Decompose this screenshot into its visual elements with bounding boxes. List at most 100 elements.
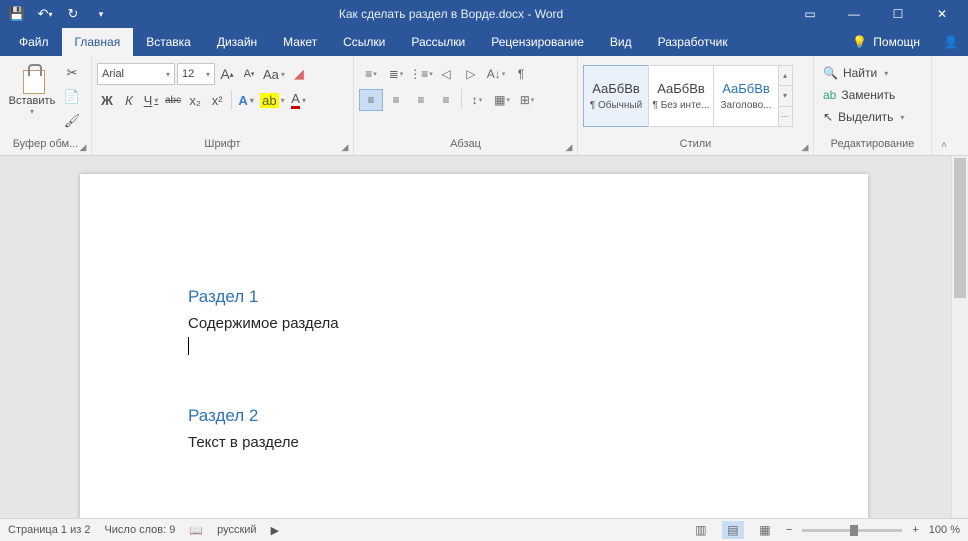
- window-controls: ▭ — ☐ ✕: [788, 0, 964, 28]
- title-bar: 💾 ↶ ▾ ↻ ▾ Как сделать раздел в Ворде.doc…: [0, 0, 968, 28]
- page-indicator[interactable]: Страница 1 из 2: [8, 524, 90, 536]
- replace-button[interactable]: abЗаменить: [819, 84, 899, 106]
- status-bar: Страница 1 из 2 Число слов: 9 📖 русский …: [0, 518, 968, 541]
- dialog-launcher-icon[interactable]: ◢: [799, 141, 811, 153]
- quick-access-toolbar: 💾 ↶ ▾ ↻ ▾: [4, 2, 114, 26]
- multilevel-button[interactable]: ⋮≡: [409, 63, 433, 85]
- clipboard-icon: [17, 62, 47, 92]
- shading-button[interactable]: ▦: [490, 89, 514, 111]
- dialog-launcher-icon[interactable]: ◢: [339, 141, 351, 153]
- minimize-button[interactable]: —: [832, 0, 876, 28]
- replace-icon: ab: [823, 88, 836, 102]
- group-label: Абзац: [359, 137, 572, 155]
- font-size-select[interactable]: 12▾: [177, 63, 215, 85]
- tab-developer[interactable]: Разработчик: [645, 28, 741, 56]
- borders-button[interactable]: ⊞: [515, 89, 539, 111]
- macro-icon[interactable]: ▶: [271, 524, 279, 537]
- collapse-ribbon-button[interactable]: ˄: [932, 56, 956, 155]
- align-left-button[interactable]: ≡: [359, 89, 383, 111]
- dialog-launcher-icon[interactable]: ◢: [77, 141, 89, 153]
- tell-me-search[interactable]: 💡Помощн: [838, 28, 934, 56]
- page[interactable]: Раздел 1 Содержимое раздела Раздел 2 Тек…: [80, 174, 868, 518]
- show-marks-button[interactable]: ¶: [509, 63, 533, 85]
- align-right-button[interactable]: ≡: [409, 89, 433, 111]
- spellcheck-icon[interactable]: 📖: [189, 524, 203, 537]
- superscript-button[interactable]: x²: [207, 89, 227, 111]
- tab-home[interactable]: Главная: [62, 28, 134, 56]
- bullets-button[interactable]: ≡: [359, 63, 383, 85]
- redo-button[interactable]: ↻: [60, 2, 86, 26]
- zoom-slider[interactable]: [802, 529, 902, 532]
- line-spacing-button[interactable]: ↕: [465, 89, 489, 111]
- vertical-scrollbar[interactable]: [951, 156, 968, 518]
- clear-formatting-button[interactable]: ◢: [289, 63, 309, 85]
- increase-indent-button[interactable]: ▷: [459, 63, 483, 85]
- group-label: Стили: [583, 137, 808, 155]
- strikethrough-button[interactable]: abc: [163, 89, 183, 111]
- style-normal[interactable]: АаБбВв ¶ Обычный: [583, 65, 649, 127]
- zoom-level[interactable]: 100 %: [929, 524, 960, 536]
- slider-thumb[interactable]: [850, 525, 858, 536]
- grow-font-button[interactable]: A▴: [217, 63, 237, 85]
- tab-references[interactable]: Ссылки: [330, 28, 398, 56]
- qat-customize[interactable]: ▾: [88, 2, 114, 26]
- style-heading1[interactable]: АаБбВв Заголово...: [713, 65, 779, 127]
- copy-button[interactable]: 📄: [61, 86, 83, 108]
- scrollbar-thumb[interactable]: [954, 158, 966, 298]
- bold-button[interactable]: Ж: [97, 89, 117, 111]
- tab-mailings[interactable]: Рассылки: [398, 28, 478, 56]
- sort-button[interactable]: A↓: [484, 63, 508, 85]
- justify-button[interactable]: ≡: [434, 89, 458, 111]
- align-center-button[interactable]: ≡: [384, 89, 408, 111]
- format-painter-button[interactable]: 🖌: [61, 110, 83, 132]
- styles-gallery-nav[interactable]: ▴▾⋯: [778, 65, 793, 127]
- cut-button[interactable]: ✂: [61, 62, 83, 84]
- undo-button[interactable]: ↶ ▾: [32, 2, 58, 26]
- cursor-icon: ↖: [823, 110, 833, 124]
- numbering-button[interactable]: ≣: [384, 63, 408, 85]
- font-name-select[interactable]: Arial▾: [97, 63, 175, 85]
- highlight-button[interactable]: ab: [258, 89, 286, 111]
- document-content[interactable]: Раздел 1 Содержимое раздела Раздел 2 Тек…: [80, 174, 868, 454]
- text-effects-button[interactable]: A: [236, 89, 256, 111]
- tab-file[interactable]: Файл: [6, 28, 62, 56]
- paste-button[interactable]: Вставить ▾: [5, 59, 59, 116]
- subscript-button[interactable]: x₂: [185, 89, 205, 111]
- lightbulb-icon: 💡: [852, 35, 867, 49]
- zoom-out-button[interactable]: −: [786, 524, 792, 536]
- italic-button[interactable]: К: [119, 89, 139, 111]
- font-color-button[interactable]: A: [289, 89, 309, 111]
- heading-1: Раздел 1: [188, 284, 760, 310]
- language-indicator[interactable]: русский: [217, 524, 256, 536]
- ribbon: Вставить ▾ ✂ 📄 🖌 Буфер обм... ◢ Arial▾ 1…: [0, 56, 968, 156]
- change-case-button[interactable]: Aa: [261, 63, 287, 85]
- paragraph: Содержимое раздела: [188, 313, 760, 336]
- group-font: Arial▾ 12▾ A▴ A▾ Aa ◢ Ж К Ч abc x₂ x² A …: [92, 56, 354, 155]
- tab-view[interactable]: Вид: [597, 28, 645, 56]
- select-button[interactable]: ↖Выделить▾: [819, 106, 908, 128]
- tab-layout[interactable]: Макет: [270, 28, 330, 56]
- tab-review[interactable]: Рецензирование: [478, 28, 597, 56]
- group-styles: АаБбВв ¶ Обычный АаБбВв ¶ Без инте... Аа…: [578, 56, 814, 155]
- tab-design[interactable]: Дизайн: [204, 28, 270, 56]
- dialog-launcher-icon[interactable]: ◢: [563, 141, 575, 153]
- tab-insert[interactable]: Вставка: [133, 28, 204, 56]
- maximize-button[interactable]: ☐: [876, 0, 920, 28]
- close-button[interactable]: ✕: [920, 0, 964, 28]
- decrease-indent-button[interactable]: ◁: [434, 63, 458, 85]
- document-area: Раздел 1 Содержимое раздела Раздел 2 Тек…: [0, 156, 968, 518]
- zoom-in-button[interactable]: +: [912, 524, 918, 536]
- underline-button[interactable]: Ч: [141, 89, 161, 111]
- word-count[interactable]: Число слов: 9: [104, 524, 175, 536]
- find-button[interactable]: 🔍Найти▾: [819, 62, 892, 84]
- ribbon-options-button[interactable]: ▭: [788, 0, 832, 28]
- read-mode-button[interactable]: ▥: [690, 521, 712, 539]
- shrink-font-button[interactable]: A▾: [239, 63, 259, 85]
- search-icon: 🔍: [823, 66, 838, 80]
- window-title: Как сделать раздел в Ворде.docx - Word: [114, 7, 788, 21]
- save-button[interactable]: 💾: [4, 2, 30, 26]
- print-layout-button[interactable]: ▤: [722, 521, 744, 539]
- web-layout-button[interactable]: ▦: [754, 521, 776, 539]
- style-no-spacing[interactable]: АаБбВв ¶ Без инте...: [648, 65, 714, 127]
- share-button[interactable]: 👤: [934, 28, 968, 56]
